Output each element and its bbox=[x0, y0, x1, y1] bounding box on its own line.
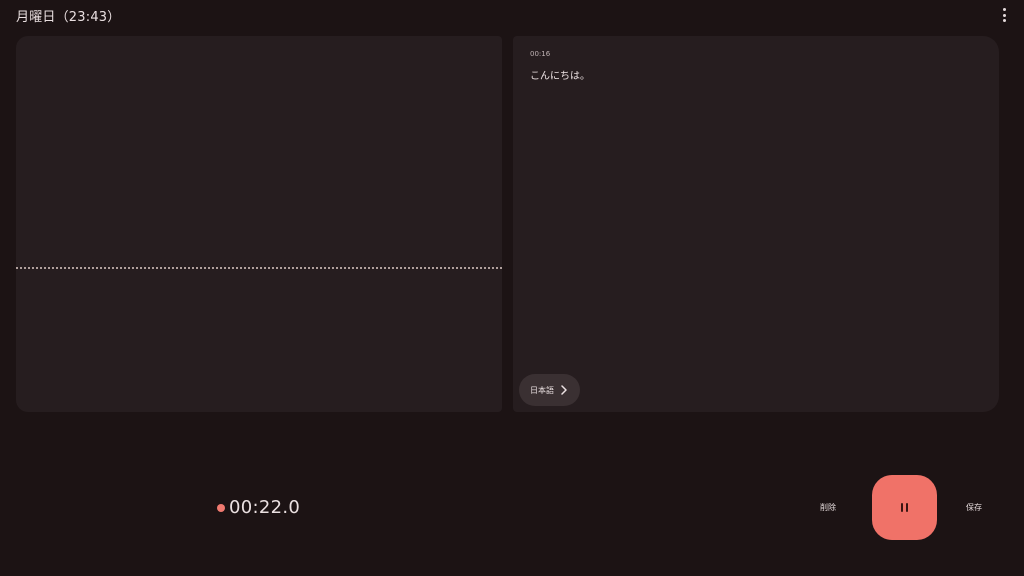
waveform-baseline bbox=[16, 267, 502, 269]
recording-title[interactable]: 月曜日（23:43） bbox=[16, 6, 120, 25]
pause-icon-bar bbox=[906, 503, 908, 512]
pause-icon-bar bbox=[901, 503, 903, 512]
transcript-text: こんにちは。 bbox=[530, 71, 590, 82]
chevron-right-icon bbox=[561, 385, 567, 395]
save-button[interactable]: 保存 bbox=[962, 500, 986, 515]
language-chip[interactable]: 日本語 bbox=[519, 374, 580, 406]
delete-button[interactable]: 削除 bbox=[816, 500, 840, 515]
more-options-button[interactable] bbox=[998, 8, 1010, 22]
more-vert-icon-dot-3 bbox=[1002, 19, 1006, 22]
pause-button[interactable] bbox=[872, 475, 937, 540]
recording-indicator-icon bbox=[217, 503, 225, 512]
language-chip-label: 日本語 bbox=[530, 385, 554, 395]
waveform-panel[interactable] bbox=[16, 36, 502, 412]
recorder-app: 月曜日（23:43） 00:16 こんにちは。 日本語 00:22.0 削除 保… bbox=[0, 0, 1024, 576]
more-vert-icon bbox=[1002, 8, 1006, 11]
elapsed-timer: 00:22.0 bbox=[217, 497, 300, 518]
pause-icon bbox=[901, 503, 908, 512]
elapsed-time: 00:22.0 bbox=[229, 497, 301, 518]
transcript-timestamp: 00:16 bbox=[530, 50, 551, 58]
transcript-panel: 00:16 こんにちは。 日本語 bbox=[513, 36, 999, 412]
more-vert-icon-dot-2 bbox=[1002, 13, 1006, 17]
